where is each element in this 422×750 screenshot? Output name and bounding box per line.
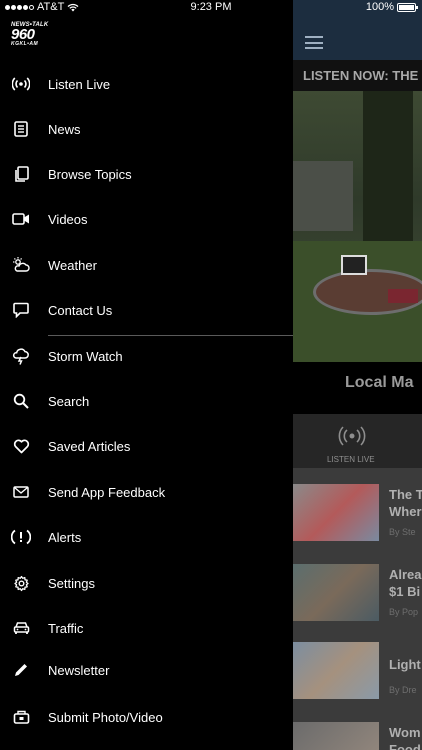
menu-item-label: Search	[48, 393, 90, 409]
article-title: Wom Food	[389, 725, 421, 750]
gear-icon	[11, 573, 31, 593]
document-icon	[11, 119, 31, 139]
menu-item-weather[interactable]: Weather	[0, 245, 293, 285]
menu-item-traffic[interactable]: Traffic	[0, 608, 293, 648]
menu-item-label: Saved Articles	[48, 438, 131, 454]
menu-item-alerts[interactable]: Alerts	[0, 517, 293, 557]
menu-item-settings[interactable]: Settings	[0, 563, 293, 603]
article-list: The T Wher By Ste Alrea $1 Bi By Pop Lig…	[293, 468, 422, 750]
battery-icon	[397, 2, 418, 12]
menu-item-label: Listen Live	[48, 76, 111, 92]
menu-item-storm-watch[interactable]: Storm Watch	[0, 336, 293, 376]
menu-item-news[interactable]: News	[0, 109, 293, 149]
article-item[interactable]: Wom Food	[293, 716, 422, 750]
article-title: Light	[389, 657, 421, 672]
background-app-view[interactable]: LISTEN NOW: THE Local Ma LISTEN LIVE The…	[293, 0, 422, 750]
weather-icon	[11, 255, 31, 275]
menu-item-label: Videos	[48, 211, 88, 227]
listen-now-banner[interactable]: LISTEN NOW: THE	[293, 60, 422, 91]
battery-indicator: 100%	[365, 1, 418, 13]
article-byline: By Ste	[389, 527, 416, 537]
video-camera-icon	[11, 209, 31, 229]
copy-pages-icon	[11, 164, 31, 184]
side-drawer: NEWS•TALK 960 KGKL•AM Listen Live News B…	[0, 0, 293, 750]
station-logo: NEWS•TALK 960 KGKL•AM	[11, 22, 49, 47]
radio-broadcast-icon	[11, 74, 31, 94]
article-item[interactable]: Light By Dre	[293, 636, 422, 706]
status-bar: AT&T 9:23 PM 100%	[0, 0, 422, 14]
menu-item-videos[interactable]: Videos	[0, 199, 293, 239]
heart-icon	[11, 436, 31, 456]
menu-item-label: Submit Photo/Video	[48, 709, 163, 725]
article-thumbnail	[293, 722, 379, 750]
menu-item-label: Send App Feedback	[48, 484, 166, 500]
listen-live-tab-icon[interactable]	[337, 426, 367, 446]
menu-item-label: Settings	[48, 575, 95, 591]
article-byline: By Dre	[389, 685, 417, 695]
menu-item-saved-articles[interactable]: Saved Articles	[0, 426, 293, 466]
article-thumbnail	[293, 564, 379, 621]
alert-icon	[11, 527, 31, 547]
hamburger-menu-icon[interactable]	[305, 36, 323, 49]
menu-item-browse-topics[interactable]: Browse Topics	[0, 154, 293, 194]
menu-item-newsletter[interactable]: Newsletter	[0, 650, 293, 690]
menu-item-label: Storm Watch	[48, 348, 123, 364]
menu-item-label: Newsletter	[48, 662, 110, 678]
article-item[interactable]: Alrea $1 Bi By Pop	[293, 558, 422, 628]
hero-caption[interactable]: Local Ma	[293, 362, 422, 414]
menu-item-label: News	[48, 121, 81, 137]
menu-item-send-app-feedback[interactable]: Send App Feedback	[0, 472, 293, 512]
menu-item-listen-live[interactable]: Listen Live	[0, 64, 293, 104]
car-icon	[11, 618, 31, 638]
menu-item-label: Alerts	[48, 529, 82, 545]
tab-listen-live[interactable]: LISTEN LIVE	[327, 455, 375, 464]
article-byline: By Pop	[389, 607, 419, 617]
hero-caption-text: Local Ma	[345, 374, 414, 391]
battery-percent: 100%	[365, 1, 394, 13]
tab-bar: LISTEN LIVE	[293, 414, 422, 468]
storm-icon	[11, 346, 31, 366]
article-thumbnail	[293, 484, 379, 541]
menu-item-label: Weather	[48, 257, 97, 273]
article-title: The T Wher	[389, 487, 422, 519]
menu-item-search[interactable]: Search	[0, 381, 293, 421]
menu-item-contact-us[interactable]: Contact Us	[0, 290, 293, 330]
menu-item-submit-photo-video[interactable]: Submit Photo/Video	[0, 697, 293, 737]
chat-bubble-icon	[11, 300, 31, 320]
menu-item-label: Traffic	[48, 620, 84, 636]
pencil-icon	[11, 660, 31, 680]
menu-item-label: Contact Us	[48, 302, 113, 318]
clock: 9:23 PM	[190, 1, 232, 13]
search-icon	[11, 391, 31, 411]
envelope-icon	[11, 482, 31, 502]
article-title: Alrea $1 Bi	[389, 567, 422, 599]
menu-item-label: Browse Topics	[48, 166, 132, 182]
banner-text: LISTEN NOW: THE	[303, 68, 419, 83]
article-item[interactable]: The T Wher By Ste	[293, 478, 422, 548]
article-thumbnail	[293, 642, 379, 699]
hero-image[interactable]	[293, 91, 422, 362]
camera-upload-icon	[11, 707, 31, 727]
